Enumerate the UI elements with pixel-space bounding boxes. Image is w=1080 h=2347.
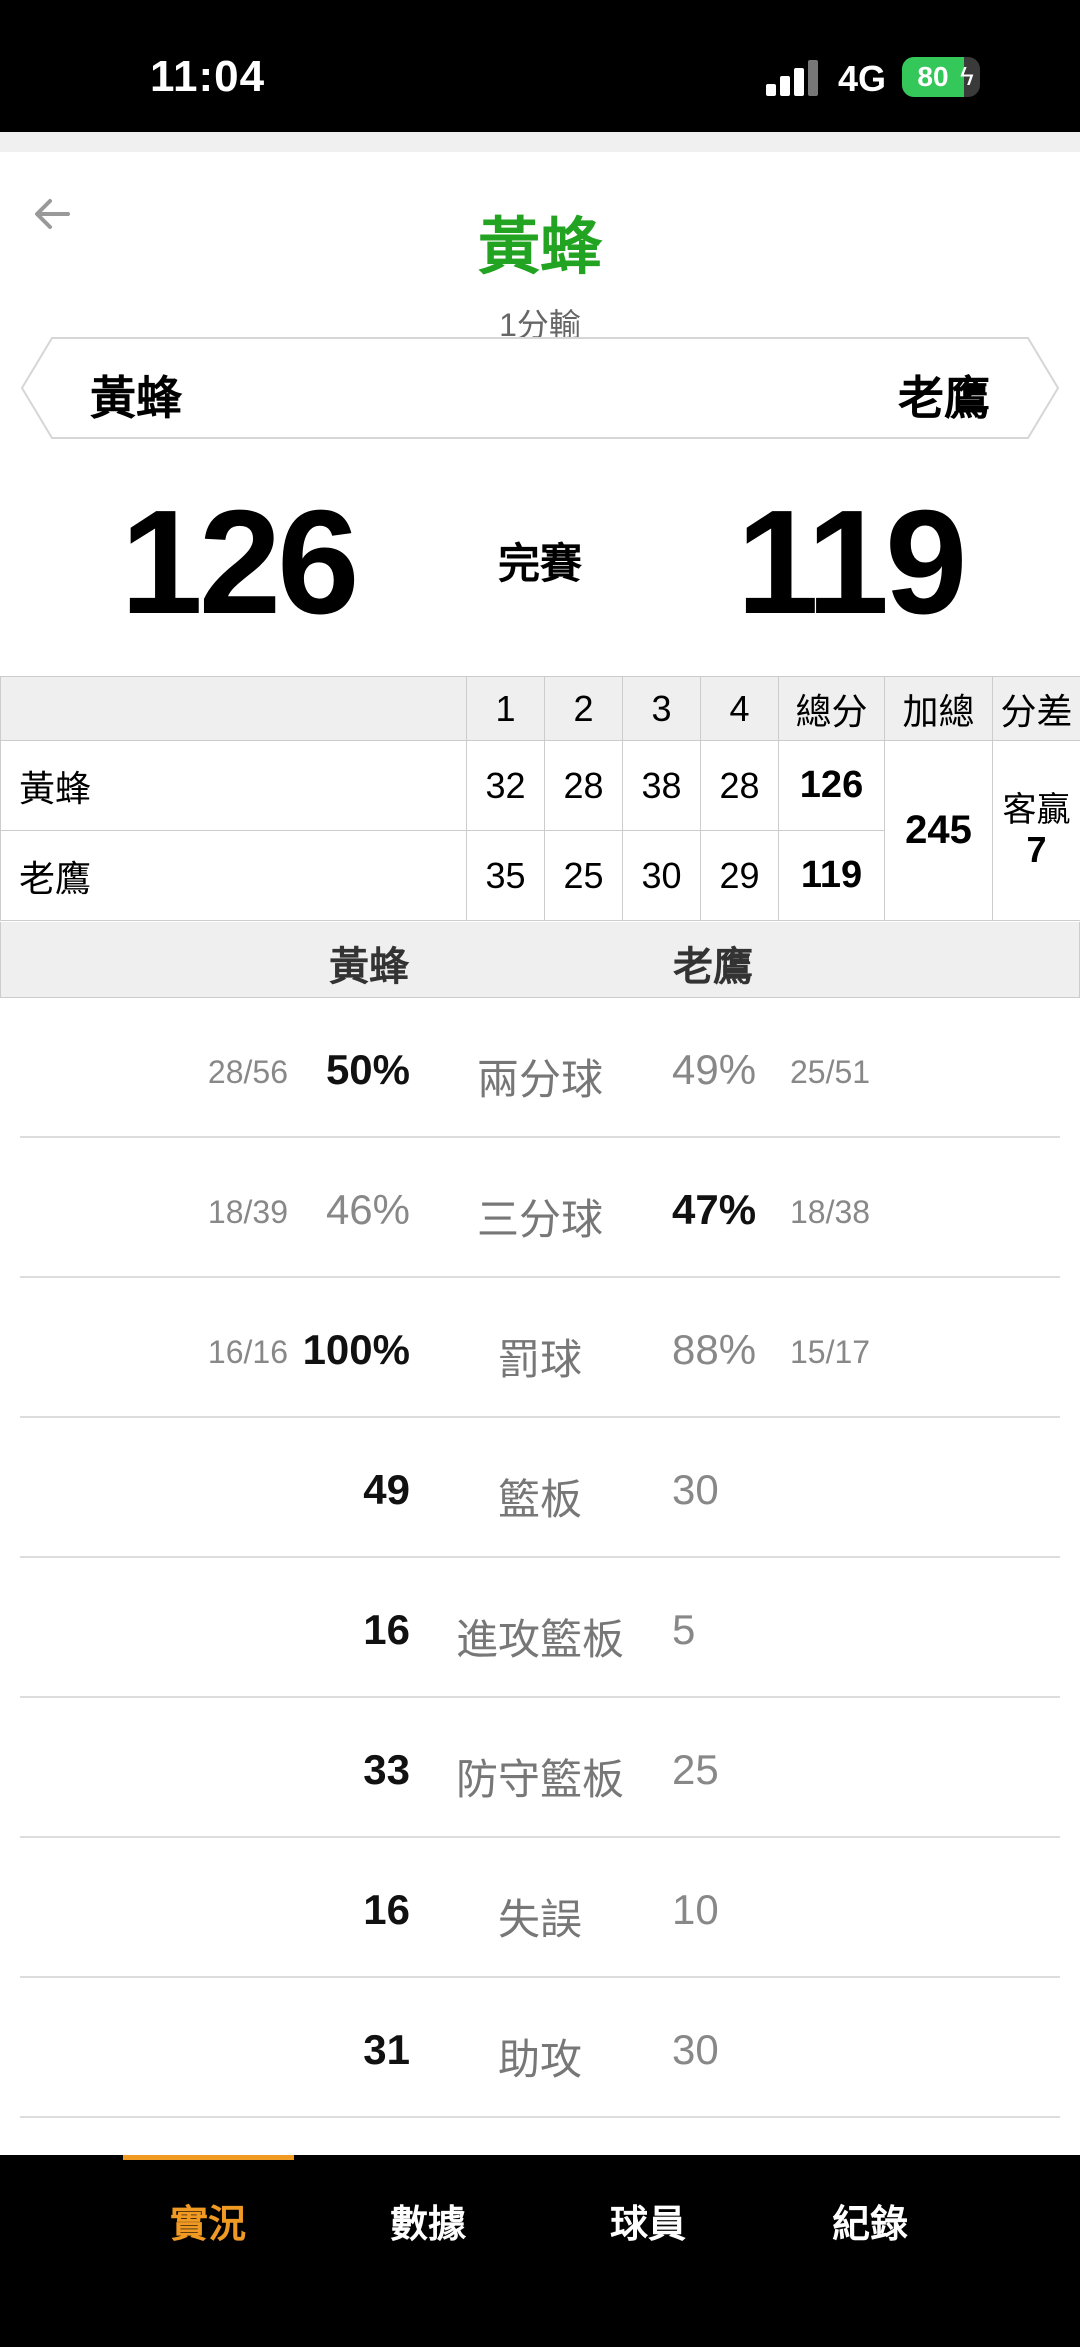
away-value: 10: [672, 1886, 719, 1933]
bottom-nav: 實況 數據 球員 紀錄: [0, 2155, 1080, 2347]
home-value: 33: [363, 1746, 410, 1793]
home-score: 126: [120, 480, 360, 645]
away-team-name[interactable]: 老鷹: [898, 362, 990, 428]
quarter-cell: 28: [700, 740, 779, 831]
quarter-cell: 25: [544, 830, 623, 921]
header-divider: [0, 132, 1080, 152]
compare-header: 黃蜂 老鷹: [0, 922, 1080, 998]
tab-players[interactable]: 球員: [568, 2193, 728, 2248]
away-value: 30: [672, 2026, 719, 2073]
stat-label: 罰球: [497, 1336, 582, 1383]
stat-row-three-pointers: 18/39 46% 三分球 47% 18/38: [0, 1138, 1080, 1278]
stat-label: 助攻: [497, 2036, 582, 2083]
battery-icon: 80 ϟ: [902, 57, 980, 97]
stat-row-offensive-rebounds: 16 進攻籃板 5: [0, 1558, 1080, 1698]
table-header: 4: [700, 676, 779, 741]
stat-label: 三分球: [476, 1196, 603, 1243]
home-fraction: 28/56: [207, 1054, 288, 1090]
stat-row-two-pointers: 28/56 50% 兩分球 49% 25/51: [0, 998, 1080, 1138]
table-header: 總分: [778, 676, 885, 741]
home-value: 100%: [302, 1326, 410, 1373]
stat-label: 兩分球: [476, 1056, 603, 1103]
stats-list: 28/56 50% 兩分球 49% 25/51 18/39 46% 三分球 47…: [0, 998, 1080, 2118]
combined-total-cell: 245: [884, 740, 993, 921]
status-time: 11:04: [150, 52, 266, 101]
home-value: 16: [363, 1886, 410, 1933]
tab-records[interactable]: 紀錄: [790, 2193, 950, 2248]
away-value: 49%: [672, 1046, 757, 1093]
table-row: 黃蜂 32 28 38 28 126 245 客贏 7: [0, 740, 1080, 921]
home-value: 46%: [325, 1186, 410, 1233]
away-value: 5: [672, 1606, 696, 1653]
team-cell: 黃蜂: [0, 740, 467, 831]
home-team-name[interactable]: 黃蜂: [90, 362, 182, 428]
table-header: 1: [466, 676, 545, 741]
active-tab-indicator: [123, 2155, 294, 2160]
quarter-cell: 30: [622, 830, 701, 921]
away-value: 30: [672, 1466, 719, 1513]
stat-label: 進攻籃板: [455, 1616, 624, 1663]
away-value: 47%: [672, 1186, 757, 1233]
diff-cell: 客贏 7: [992, 740, 1080, 921]
away-value: 25: [672, 1746, 719, 1793]
diff-value: 7: [1026, 829, 1047, 870]
status-bar: 11:04 4G 80 ϟ: [0, 0, 1080, 132]
stat-label: 防守籃板: [455, 1756, 624, 1803]
quarter-cell: 28: [544, 740, 623, 831]
tab-stats[interactable]: 數據: [348, 2193, 508, 2248]
stat-row-rebounds: 49 籃板 30: [0, 1418, 1080, 1558]
table-header: [0, 676, 467, 741]
total-cell: 126: [778, 740, 885, 831]
away-fraction: 25/51: [790, 1054, 871, 1090]
compare-away-name: 老鷹: [673, 945, 753, 989]
battery-level: 80: [917, 61, 949, 92]
away-fraction: 18/38: [790, 1194, 871, 1230]
team-banner: 黃蜂 老鷹: [20, 336, 1060, 440]
quarter-score-table: 1 2 3 4 總分 加總 分差 黃蜂 32 28 38 28 126 245 …: [0, 676, 1080, 921]
home-fraction: 16/16: [207, 1334, 288, 1370]
stat-row-assists: 31 助攻 30: [0, 1978, 1080, 2118]
tab-live[interactable]: 實況: [128, 2193, 288, 2248]
away-value: 88%: [672, 1326, 757, 1373]
quarter-cell: 29: [700, 830, 779, 921]
total-cell: 119: [778, 830, 885, 921]
stat-row-free-throws: 16/16 100% 罰球 88% 15/17: [0, 1278, 1080, 1418]
home-value: 16: [363, 1606, 410, 1653]
home-value: 49: [363, 1466, 410, 1513]
team-cell: 老鷹: [0, 830, 467, 921]
away-fraction: 15/17: [790, 1334, 871, 1370]
table-header: 3: [622, 676, 701, 741]
compare-home-name: 黃蜂: [329, 945, 409, 989]
table-header: 分差: [992, 676, 1080, 741]
signal-icon: [766, 60, 822, 96]
stat-row-defensive-rebounds: 33 防守籃板 25: [0, 1698, 1080, 1838]
page-title: 黃蜂: [477, 213, 602, 282]
diff-label: 客贏: [1002, 791, 1071, 829]
quarter-cell: 35: [466, 830, 545, 921]
table-header: 2: [544, 676, 623, 741]
quarter-cell: 38: [622, 740, 701, 831]
away-score: 119: [736, 480, 968, 645]
stat-label: 籃板: [497, 1476, 582, 1523]
home-fraction: 18/39: [207, 1194, 288, 1230]
home-value: 31: [363, 2026, 410, 2073]
charging-bolt-icon: ϟ: [960, 61, 974, 91]
table-header-row: 1 2 3 4 總分 加總 分差: [0, 676, 1080, 741]
stat-row-turnovers: 16 失誤 10: [0, 1838, 1080, 1978]
table-header: 加總: [884, 676, 993, 741]
home-value: 50%: [325, 1046, 410, 1093]
game-status: 完賽: [497, 540, 582, 587]
stat-label: 失誤: [497, 1896, 582, 1943]
network-type: 4G: [838, 58, 887, 99]
quarter-cell: 32: [466, 740, 545, 831]
